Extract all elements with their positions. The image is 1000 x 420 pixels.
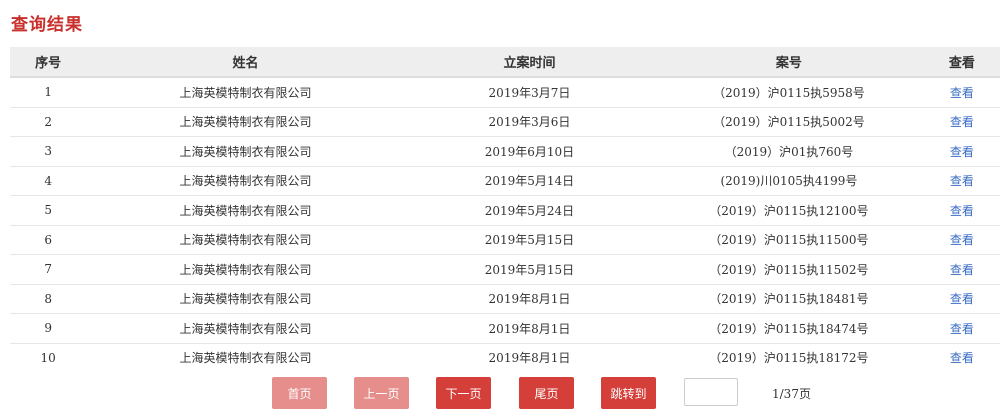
cell-index: 1 bbox=[10, 77, 87, 108]
cell-case-number: (2019)川0105执4199号 bbox=[654, 166, 924, 196]
table-body: 1 上海英模特制衣有限公司 2019年3月7日 （2019）沪0115执5958号 查看… bbox=[10, 77, 1000, 372]
header-case-number: 案号 bbox=[654, 47, 924, 78]
cell-case-number: （2019）沪0115执18172号 bbox=[709, 351, 869, 366]
page-count: 1/37页 bbox=[772, 387, 811, 401]
cell-index: 4 bbox=[10, 166, 87, 196]
first-page-button[interactable]: 首页 bbox=[272, 377, 327, 409]
next-page-button[interactable]: 下一页 bbox=[436, 377, 491, 409]
cell-date: 2019年5月24日 bbox=[404, 195, 655, 226]
cell-case-number: （2019）沪0115执5002号 bbox=[654, 107, 924, 137]
cell-date: 2019年8月1日 bbox=[404, 284, 655, 314]
view-link[interactable]: 查看 bbox=[950, 263, 974, 277]
page-title: 查询结果 bbox=[11, 15, 83, 35]
cell-view: 查看 bbox=[923, 284, 1000, 314]
cell-name: 上海英模特制衣有限公司 bbox=[86, 284, 405, 314]
table-row: 5 上海英模特制衣有限公司 2019年5月24日 （2019）沪0115执12100号… bbox=[10, 195, 1000, 226]
view-link[interactable]: 查看 bbox=[950, 115, 974, 129]
view-link[interactable]: 查看 bbox=[950, 351, 974, 365]
cell-view: 查看 bbox=[923, 225, 1000, 255]
cell-index: 8 bbox=[10, 284, 87, 314]
cell-name: 上海英模特制衣有限公司 bbox=[86, 225, 405, 255]
cell-index: 6 bbox=[10, 225, 87, 255]
cell-name: 上海英模特制衣有限公司 bbox=[86, 313, 405, 344]
view-link[interactable]: 查看 bbox=[950, 233, 974, 247]
view-link[interactable]: 查看 bbox=[950, 86, 974, 100]
table-row: 6 上海英模特制衣有限公司 2019年5月15日 （2019）沪0115执11500号… bbox=[10, 225, 1000, 255]
cell-case-number: （2019）沪01执760号 bbox=[654, 136, 924, 167]
cell-view: 查看 bbox=[923, 313, 1000, 344]
cell-date: 2019年3月6日 bbox=[404, 107, 655, 137]
cell-case-number: （2019）沪0115执18474号 bbox=[654, 313, 924, 344]
cell-case-number: （2019）沪0115执11500号 bbox=[654, 225, 924, 255]
cell-case-number: （2019）沪0115执11502号 bbox=[654, 254, 924, 285]
cell-name: 上海英模特制衣有限公司 bbox=[86, 77, 405, 108]
pagination: 首页 上一页 下一页 尾页 跳转到 1/37页 bbox=[0, 377, 1000, 409]
view-link[interactable]: 查看 bbox=[950, 174, 974, 188]
view-link[interactable]: 查看 bbox=[950, 292, 974, 306]
table-row: 9 上海英模特制衣有限公司 2019年8月1日 （2019）沪0115执18474号 查… bbox=[10, 313, 1000, 344]
cell-index: 2 bbox=[10, 107, 87, 137]
cell-name: 上海英模特制衣有限公司 bbox=[86, 107, 405, 137]
cell-view: 查看 bbox=[923, 107, 1000, 137]
cell-name: 上海英模特制衣有限公司 bbox=[86, 254, 405, 285]
table-row: 4 上海英模特制衣有限公司 2019年5月14日 (2019)川0105执4199号 查… bbox=[10, 166, 1000, 196]
cell-date: 2019年5月14日 bbox=[404, 166, 655, 196]
cell-name: 上海英模特制衣有限公司 bbox=[86, 166, 405, 196]
cell-view: 查看 bbox=[923, 166, 1000, 196]
view-link[interactable]: 查看 bbox=[950, 204, 974, 218]
cell-name: 上海英模特制衣有限公司 bbox=[86, 195, 405, 226]
cell-view: 查看 bbox=[923, 254, 1000, 285]
cell-date: 2019年6月10日 bbox=[404, 136, 655, 167]
cell-view: 查看 bbox=[923, 136, 1000, 167]
cell-name: 上海英模特制衣有限公司 bbox=[179, 351, 312, 366]
cell-date: 2019年8月1日 bbox=[404, 313, 655, 344]
cell-index: 3 bbox=[10, 136, 87, 167]
table-row: 3 上海英模特制衣有限公司 2019年6月10日 （2019）沪01执760号 查看 bbox=[10, 136, 1000, 167]
table-row: 7 上海英模特制衣有限公司 2019年5月15日 （2019）沪0115执11502号… bbox=[10, 254, 1000, 285]
results-table: 序号 姓名 立案时间 案号 查看 1 上海英模特制衣有限公司 2019年3月7日 （2… bbox=[10, 47, 1000, 372]
view-link[interactable]: 查看 bbox=[950, 145, 974, 159]
cell-view: 查看 bbox=[924, 343, 1000, 372]
table-row: 8 上海英模特制衣有限公司 2019年8月1日 （2019）沪0115执18481号 查… bbox=[10, 284, 1000, 314]
header-date: 立案时间 bbox=[404, 47, 655, 78]
cell-index: 7 bbox=[10, 254, 87, 285]
cell-index: 5 bbox=[10, 195, 87, 226]
view-link[interactable]: 查看 bbox=[950, 322, 974, 336]
page-number-input[interactable] bbox=[684, 378, 738, 406]
prev-page-button[interactable]: 上一页 bbox=[354, 377, 409, 409]
cell-date: 2019年3月7日 bbox=[404, 77, 655, 108]
jump-to-button[interactable]: 跳转到 bbox=[601, 377, 656, 409]
table-row: 1 上海英模特制衣有限公司 2019年3月7日 （2019）沪0115执5958号 查看 bbox=[10, 77, 1000, 108]
cell-name: 上海英模特制衣有限公司 bbox=[86, 136, 405, 167]
cell-date: 2019年5月15日 bbox=[404, 254, 655, 285]
cell-case-number: （2019）沪0115执5958号 bbox=[654, 77, 924, 108]
header-view: 查看 bbox=[923, 47, 1000, 78]
last-page-button[interactable]: 尾页 bbox=[519, 377, 574, 409]
cell-view: 查看 bbox=[923, 195, 1000, 226]
cell-index: 10 bbox=[40, 350, 56, 365]
cell-date: 2019年5月15日 bbox=[404, 225, 655, 255]
header-name: 姓名 bbox=[86, 47, 405, 78]
cell-case-number: （2019）沪0115执12100号 bbox=[654, 195, 924, 226]
table-header: 序号 姓名 立案时间 案号 查看 bbox=[10, 47, 1000, 78]
cell-view: 查看 bbox=[923, 77, 1000, 108]
cell-date: 2019年8月1日 bbox=[488, 351, 571, 366]
table-row: 10 上海英模特制衣有限公司 2019年8月1日 （2019）沪0115执18172号… bbox=[10, 343, 1000, 372]
table-row: 2 上海英模特制衣有限公司 2019年3月6日 （2019）沪0115执5002号 查看 bbox=[10, 107, 1000, 137]
header-index: 序号 bbox=[10, 47, 87, 78]
cell-case-number: （2019）沪0115执18481号 bbox=[654, 284, 924, 314]
cell-index: 9 bbox=[10, 313, 87, 344]
